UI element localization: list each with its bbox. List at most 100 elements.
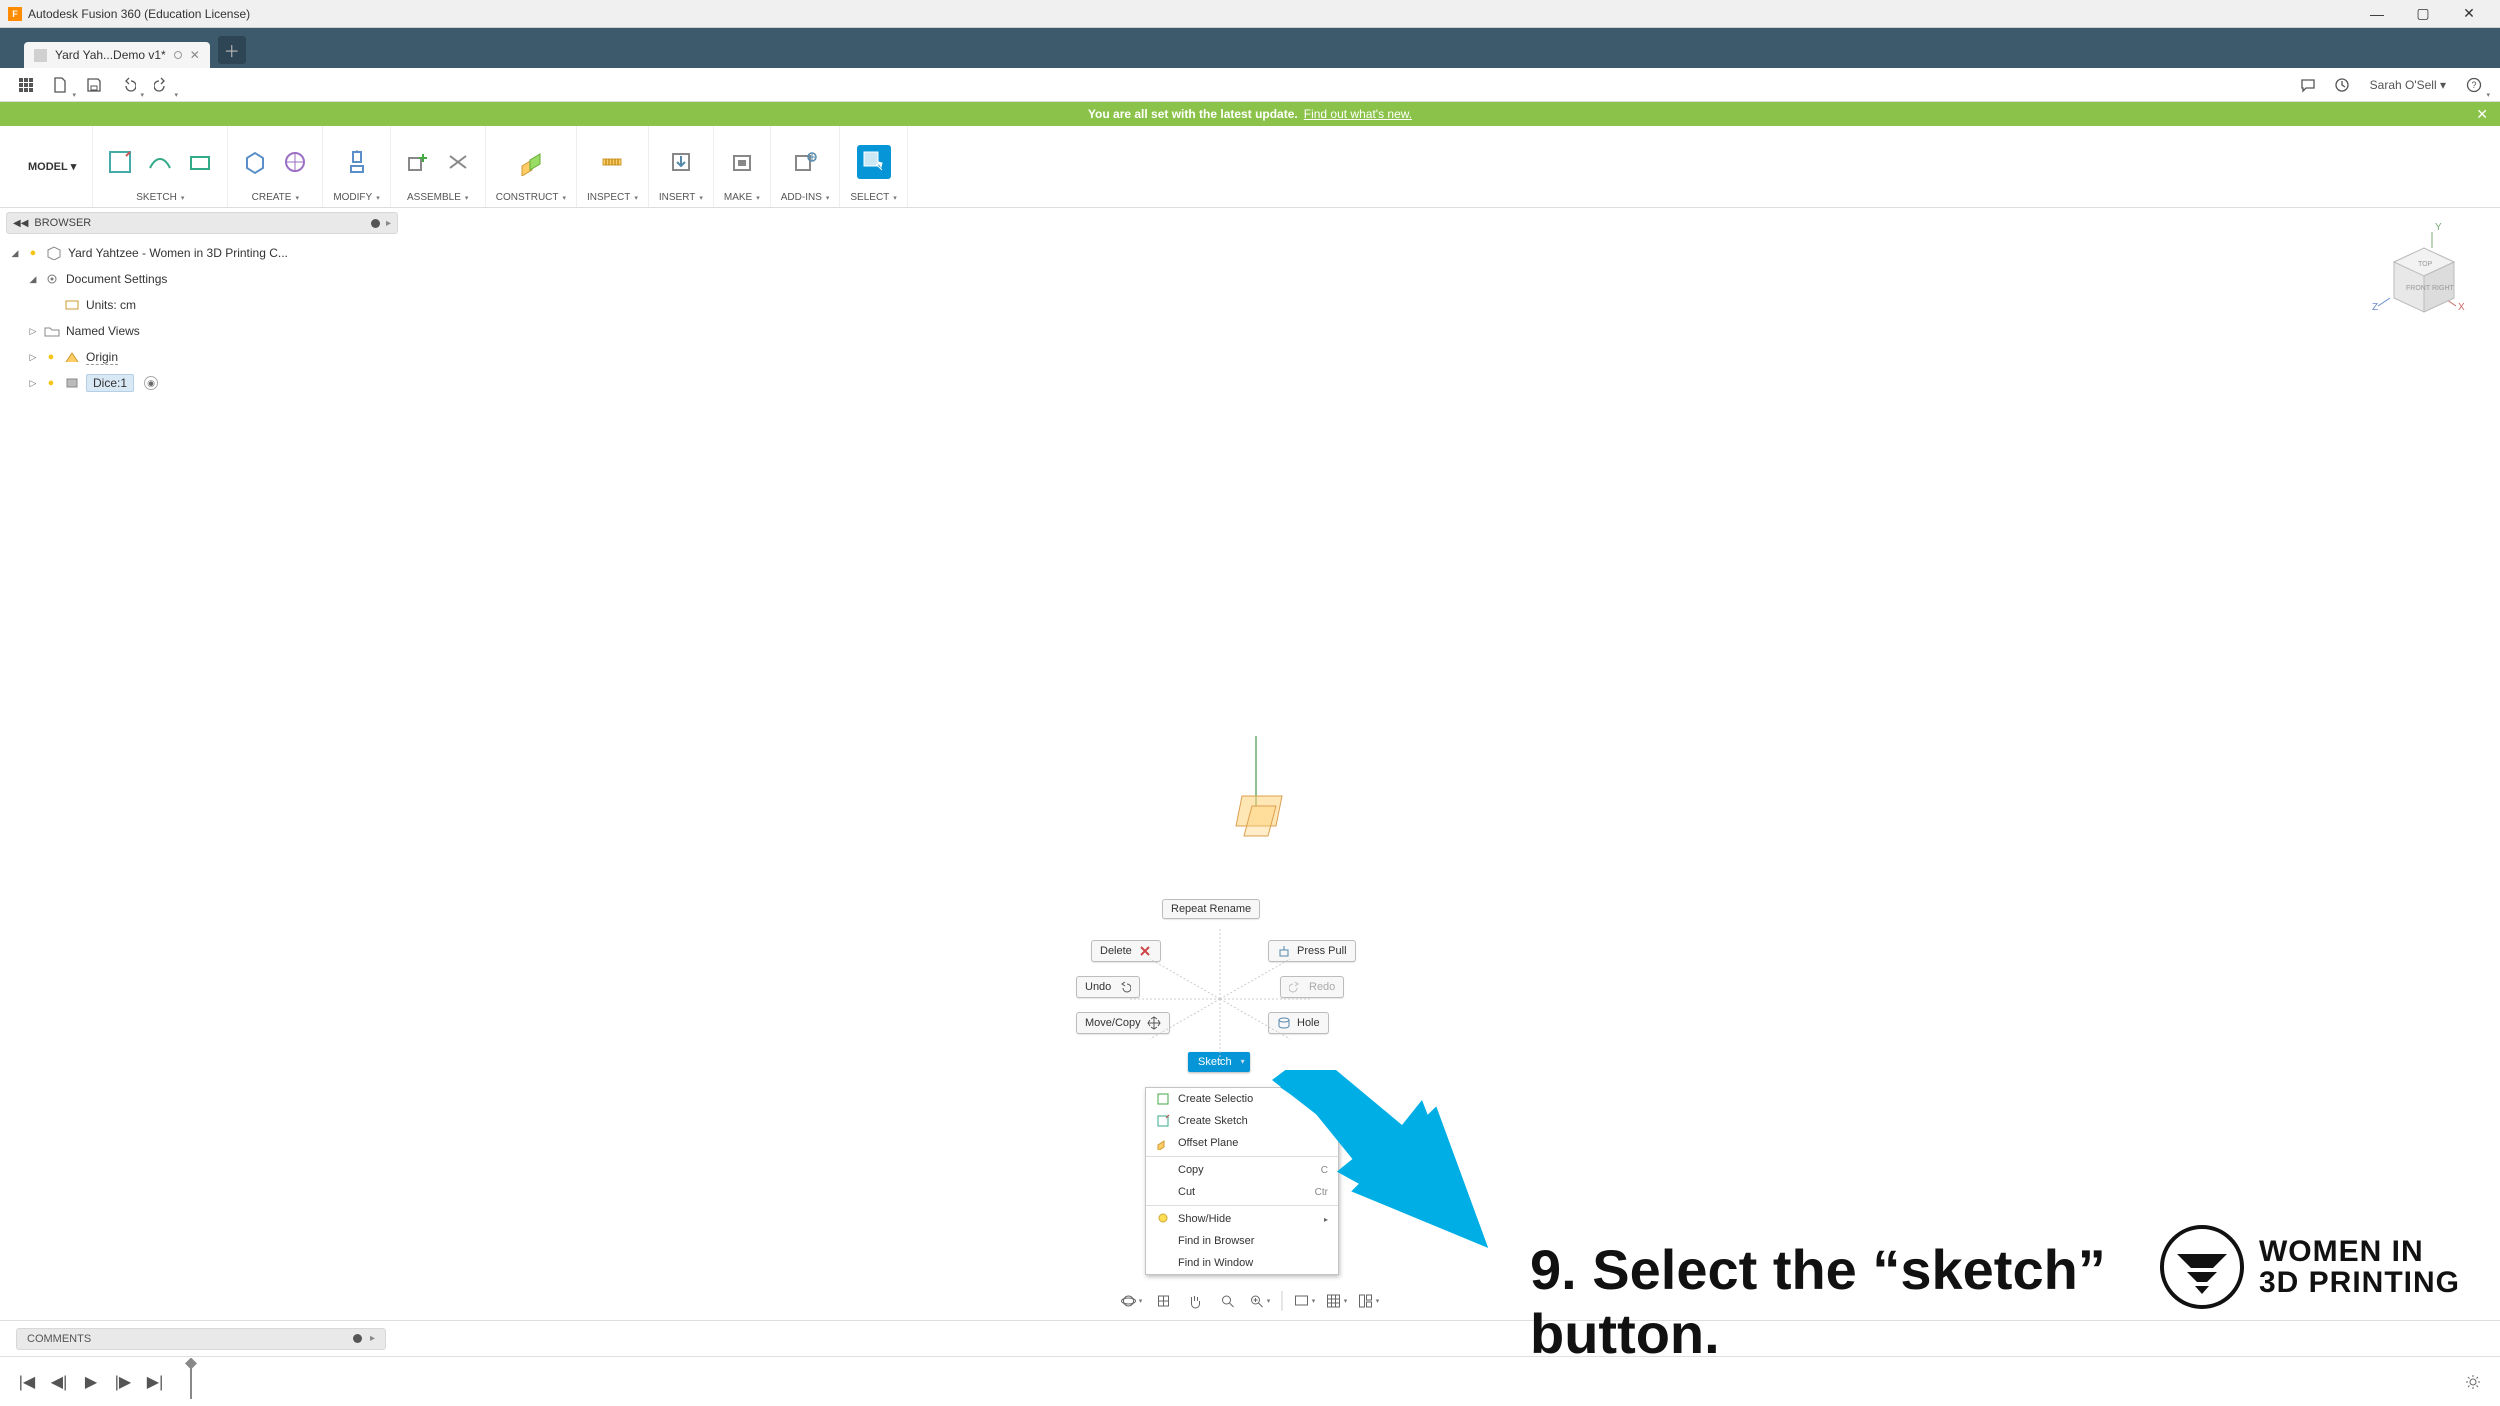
notifications-button[interactable] xyxy=(2296,73,2320,97)
browser-panel-header[interactable]: ◀◀ BROWSER ▸ xyxy=(6,212,398,234)
document-tab[interactable]: Yard Yah...Demo v1* ✕ xyxy=(24,42,210,68)
ribbon-group-construct-label[interactable]: CONSTRUCT xyxy=(496,192,566,203)
ribbon-group-select-label[interactable]: SELECT xyxy=(850,192,896,203)
grid-settings-button[interactable] xyxy=(1323,1288,1351,1314)
3d-print-tool[interactable] xyxy=(725,145,759,179)
ribbon-group-assemble-label[interactable]: ASSEMBLE xyxy=(407,192,468,203)
ribbon-group-assemble: ASSEMBLE xyxy=(391,126,486,207)
redo-button[interactable] xyxy=(150,73,174,97)
collapse-handle-icon[interactable]: ▸ xyxy=(386,218,391,229)
ribbon-group-create: CREATE xyxy=(228,126,323,207)
window-minimize-button[interactable]: — xyxy=(2354,0,2400,28)
panel-options-icon[interactable] xyxy=(371,219,380,228)
create-sketch-tool[interactable] xyxy=(103,145,137,179)
tree-component-dice[interactable]: ▷ ● Dice:1 ◉ xyxy=(6,370,398,396)
pan-button[interactable] xyxy=(1182,1288,1210,1314)
ribbon-group-addins-label[interactable]: ADD-INS xyxy=(781,192,830,203)
timeline-track[interactable] xyxy=(190,1381,2452,1383)
line-tool[interactable] xyxy=(143,145,177,179)
expand-toggle[interactable]: ▷ xyxy=(28,326,38,337)
box-tool[interactable] xyxy=(238,145,272,179)
marking-repeat-button[interactable]: Repeat Rename xyxy=(1162,899,1260,919)
joint-tool[interactable] xyxy=(441,145,475,179)
expand-toggle[interactable]: ▷ xyxy=(28,378,38,389)
zoom-button[interactable] xyxy=(1214,1288,1242,1314)
expand-toggle[interactable]: ◢ xyxy=(10,248,20,259)
close-tab-button[interactable]: ✕ xyxy=(190,48,200,62)
viewports-icon xyxy=(1358,1293,1374,1309)
visibility-bulb-icon[interactable]: ● xyxy=(44,350,58,364)
close-banner-button[interactable]: ✕ xyxy=(2476,106,2488,123)
ribbon-group-inspect-label[interactable]: INSPECT xyxy=(587,192,638,203)
user-account-menu[interactable]: Sarah O'Sell ▾ xyxy=(2364,78,2452,92)
scripts-tool[interactable] xyxy=(788,145,822,179)
press-pull-tool[interactable] xyxy=(340,145,374,179)
offset-plane-tool[interactable] xyxy=(514,145,548,179)
display-settings-button[interactable] xyxy=(1291,1288,1319,1314)
viewcube-svg: Y X Z FRONT RIGHT TOP xyxy=(2350,218,2470,328)
tree-document-settings[interactable]: ◢ Document Settings xyxy=(6,266,398,292)
tree-units[interactable]: Units: cm xyxy=(6,292,398,318)
window-titlebar: F Autodesk Fusion 360 (Education License… xyxy=(0,0,2500,28)
orbit-button[interactable] xyxy=(1118,1288,1146,1314)
browser-title: BROWSER xyxy=(34,217,91,229)
job-status-button[interactable] xyxy=(2330,73,2354,97)
fit-button[interactable] xyxy=(1246,1288,1274,1314)
rectangle-tool[interactable] xyxy=(183,145,217,179)
data-panel-button[interactable] xyxy=(14,73,38,97)
viewport[interactable]: ◀◀ BROWSER ▸ ◢ ● Yard Yahtzee - Women in… xyxy=(0,208,2500,1320)
new-tab-button[interactable]: ＋ xyxy=(218,36,246,64)
user-name-label: Sarah O'Sell xyxy=(2370,78,2437,92)
comments-panel-header[interactable]: COMMENTS ▸ xyxy=(16,1328,386,1350)
banner-link[interactable]: Find out what's new. xyxy=(1304,107,1412,121)
viewcube[interactable]: Y X Z FRONT RIGHT TOP xyxy=(2350,218,2470,328)
visibility-bulb-icon[interactable]: ● xyxy=(44,376,58,390)
cm-label: Create Sketch xyxy=(1178,1115,1248,1127)
expand-handle-icon[interactable]: ▸ xyxy=(370,1333,375,1344)
file-menu-button[interactable] xyxy=(48,73,72,97)
tree-root[interactable]: ◢ ● Yard Yahtzee - Women in 3D Printing … xyxy=(6,240,398,266)
viewport-layouts-button[interactable] xyxy=(1355,1288,1383,1314)
timeline-settings-button[interactable] xyxy=(2462,1371,2484,1393)
help-button[interactable]: ? xyxy=(2462,73,2486,97)
comments-title: COMMENTS xyxy=(27,1333,91,1345)
ribbon-group-make-label[interactable]: MAKE xyxy=(724,192,760,203)
tree-root-label: Yard Yahtzee - Women in 3D Printing C... xyxy=(68,246,288,260)
timeline-play-button[interactable]: ▶ xyxy=(80,1371,102,1393)
timeline-start-button[interactable]: |◀ xyxy=(16,1371,38,1393)
grid-icon xyxy=(18,77,34,93)
instruction-line1: 9. Select the “sketch” xyxy=(1530,1238,2106,1302)
comments-panel-bar: COMMENTS ▸ xyxy=(0,1320,2500,1356)
window-close-button[interactable]: ✕ xyxy=(2446,0,2492,28)
timeline-end-button[interactable]: ▶| xyxy=(144,1371,166,1393)
form-tool[interactable] xyxy=(278,145,312,179)
origin-planes[interactable] xyxy=(1238,816,1274,852)
workspace-selector[interactable]: MODEL ▾ xyxy=(12,126,93,207)
offset-plane-icon xyxy=(1156,1136,1170,1150)
ribbon-group-create-label[interactable]: CREATE xyxy=(252,192,299,203)
tree-named-views[interactable]: ▷ Named Views xyxy=(6,318,398,344)
ribbon-group-modify-label[interactable]: MODIFY xyxy=(333,192,379,203)
timeline-marker[interactable] xyxy=(190,1363,192,1399)
measure-tool[interactable] xyxy=(595,145,629,179)
zoom-fit-icon xyxy=(1249,1293,1265,1309)
panel-options-icon[interactable] xyxy=(353,1334,362,1343)
timeline-step-forward-button[interactable]: |▶ xyxy=(112,1371,134,1393)
new-component-tool[interactable] xyxy=(401,145,435,179)
save-button[interactable] xyxy=(82,73,106,97)
tree-origin[interactable]: ▷ ● Origin xyxy=(6,344,398,370)
select-tool[interactable] xyxy=(857,145,891,179)
undo-button[interactable] xyxy=(116,73,140,97)
ribbon-group-select: SELECT xyxy=(840,126,907,207)
look-at-button[interactable] xyxy=(1150,1288,1178,1314)
activate-component-icon[interactable]: ◉ xyxy=(144,376,158,390)
ribbon-group-insert-label[interactable]: INSERT xyxy=(659,192,703,203)
expand-toggle[interactable]: ▷ xyxy=(28,352,38,363)
svg-text:FRONT: FRONT xyxy=(2406,285,2431,292)
expand-toggle[interactable]: ◢ xyxy=(28,274,38,285)
visibility-bulb-icon[interactable]: ● xyxy=(26,246,40,260)
ribbon-group-sketch-label[interactable]: SKETCH xyxy=(136,192,184,203)
timeline-step-back-button[interactable]: ◀| xyxy=(48,1371,70,1393)
insert-derive-tool[interactable] xyxy=(664,145,698,179)
window-maximize-button[interactable]: ▢ xyxy=(2400,0,2446,28)
